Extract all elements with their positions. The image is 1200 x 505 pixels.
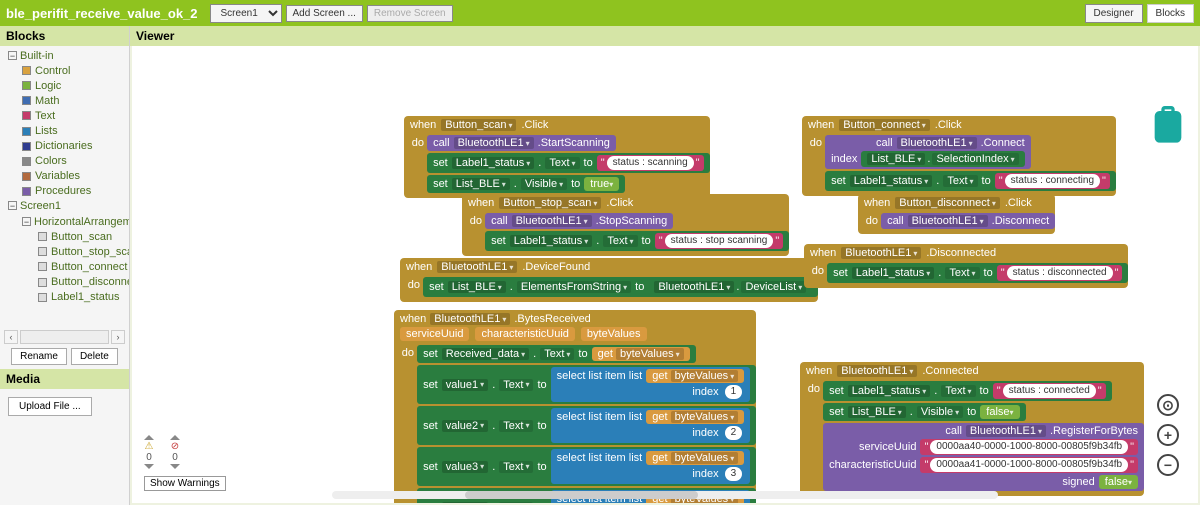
project-title: ble_perifit_receive_value_ok_2	[6, 6, 198, 21]
cat-control[interactable]: Control	[35, 65, 70, 77]
cat-math[interactable]: Math	[35, 95, 59, 107]
screen-selector[interactable]: Screen1	[210, 4, 282, 23]
event-ble-disconnected[interactable]: whenBluetoothLE1▾.Disconnected do setLab…	[804, 244, 1128, 288]
event-ble-bytesreceived[interactable]: whenBluetoothLE1▾.BytesReceived serviceU…	[394, 310, 756, 503]
cat-logic[interactable]: Logic	[35, 80, 61, 92]
zoom-in-button[interactable]: +	[1157, 424, 1179, 446]
blocks-workspace[interactable]: whenButton_scan▾.Click do callBluetoothL…	[132, 46, 1198, 503]
comp-btn-connect[interactable]: Button_connect	[51, 261, 127, 273]
show-warnings-button[interactable]: Show Warnings	[144, 476, 226, 491]
topbar: ble_perifit_receive_value_ok_2 Screen1 A…	[0, 0, 1200, 26]
blocks-panel-header: Blocks	[0, 26, 129, 46]
event-ble-devicefound[interactable]: whenBluetoothLE1▾.DeviceFound do setList…	[400, 258, 818, 302]
cat-dictionaries[interactable]: Dictionaries	[35, 140, 92, 152]
warnings-area: ⚠0 ⊘0 Show Warnings	[144, 430, 226, 491]
event-button-disconnect-click[interactable]: whenButton_disconnect▾.Click do callBlue…	[858, 194, 1055, 234]
rename-button[interactable]: Rename	[11, 348, 67, 365]
recenter-button[interactable]: ⊙	[1157, 394, 1179, 416]
cat-variables[interactable]: Variables	[35, 170, 80, 182]
comp-btn-scan[interactable]: Button_scan	[51, 231, 112, 243]
add-screen-button[interactable]: Add Screen ...	[286, 5, 363, 22]
remove-screen-button: Remove Screen	[367, 5, 453, 22]
builtin-node[interactable]: Built-in	[20, 50, 54, 62]
media-panel-header: Media	[0, 369, 129, 389]
comp-label-status[interactable]: Label1_status	[51, 291, 120, 303]
designer-tab[interactable]: Designer	[1085, 4, 1143, 23]
cat-procedures[interactable]: Procedures	[35, 185, 91, 197]
event-button-scan-click[interactable]: whenButton_scan▾.Click do callBluetoothL…	[404, 116, 710, 198]
collapse-icon[interactable]: −	[8, 51, 17, 60]
blocks-tab[interactable]: Blocks	[1147, 4, 1194, 23]
comp-btn-stop[interactable]: Button_stop_scan	[51, 246, 129, 258]
upload-file-button[interactable]: Upload File ...	[8, 397, 92, 416]
cat-text[interactable]: Text	[35, 110, 55, 122]
delete-button[interactable]: Delete	[71, 348, 118, 365]
zoom-out-button[interactable]: −	[1157, 454, 1179, 476]
viewer-header: Viewer	[130, 26, 1200, 46]
tree-hscroll[interactable]: ‹›	[0, 330, 129, 344]
ha-node[interactable]: HorizontalArrangem	[34, 216, 129, 228]
event-ble-connected[interactable]: whenBluetoothLE1▾.Connected do setLabel1…	[800, 362, 1144, 496]
blocks-tree[interactable]: −Built-in Control Logic Math Text Lists …	[0, 46, 129, 330]
comp-btn-disconnect[interactable]: Button_disconne	[51, 276, 129, 288]
cat-lists[interactable]: Lists	[35, 125, 58, 137]
workspace-hscroll[interactable]	[332, 491, 998, 499]
cat-colors[interactable]: Colors	[35, 155, 67, 167]
screen-node[interactable]: Screen1	[20, 201, 61, 213]
workspace-gutter: ⊙ + −	[1148, 106, 1188, 503]
backpack-icon[interactable]	[1148, 106, 1188, 146]
collapse-icon[interactable]: −	[8, 201, 17, 210]
event-button-connect-click[interactable]: whenButton_connect▾.Click do callBluetoo…	[802, 116, 1116, 196]
sidebar: Blocks −Built-in Control Logic Math Text…	[0, 26, 130, 505]
event-button-stop-scan-click[interactable]: whenButton_stop_scan▾.Click do callBluet…	[462, 194, 789, 256]
